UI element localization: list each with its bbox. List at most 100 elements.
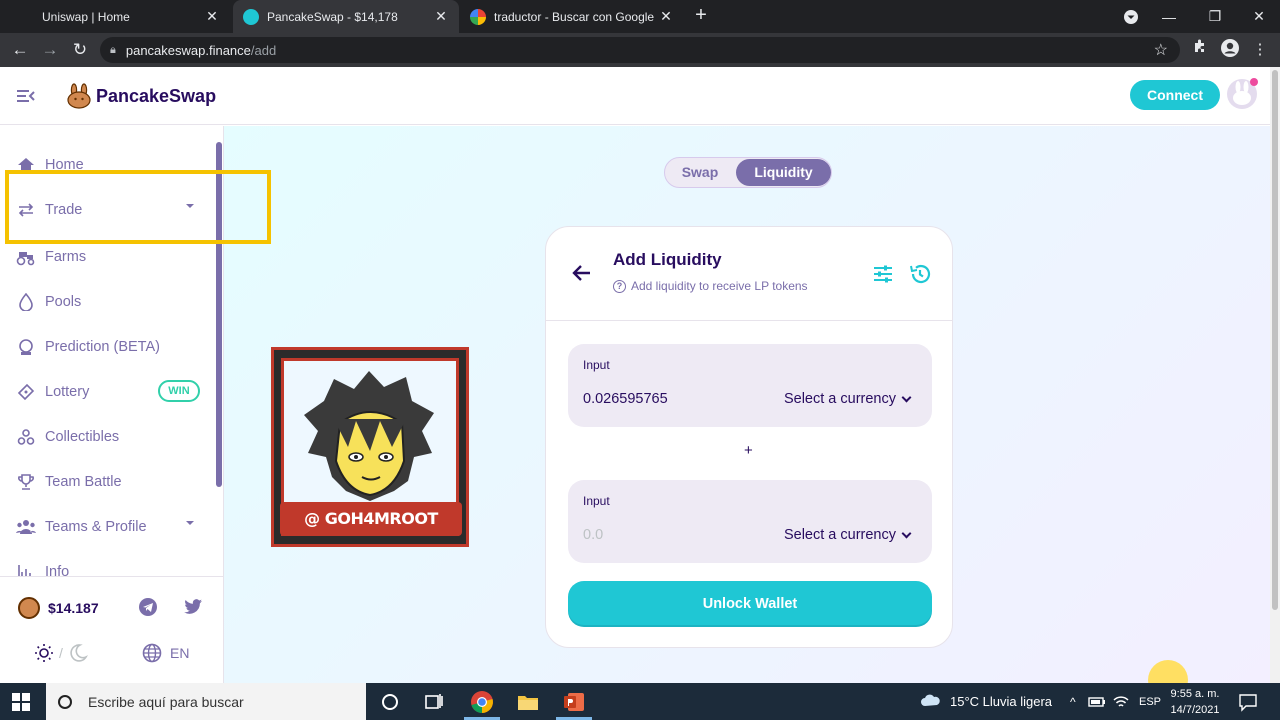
card-subtitle-text: Add liquidity to receive LP tokens (631, 279, 808, 293)
wifi-icon[interactable] (1112, 693, 1130, 711)
plus-icon: + (744, 442, 753, 459)
close-icon[interactable]: ✕ (433, 8, 449, 25)
back-arrow-icon[interactable] (570, 261, 594, 285)
minimize-icon[interactable]: — (1146, 0, 1192, 33)
unlock-wallet-button[interactable]: Unlock Wallet (568, 581, 932, 627)
extensions-puzzle-icon[interactable] (1188, 38, 1212, 62)
chevron-down-icon (901, 528, 912, 538)
card-header: Add Liquidity ? Add liquidity to receive… (546, 227, 952, 321)
close-icon[interactable]: ✕ (658, 8, 674, 25)
sidebar-item-info[interactable]: Info (0, 549, 214, 576)
sidebar-item-label: Pools (45, 293, 82, 310)
windows-taskbar: Escribe aquí para buscar 15°C Lluvia lig… (0, 683, 1280, 720)
prediction-icon (16, 337, 36, 357)
sidebar-item-team-battle[interactable]: Team Battle (0, 459, 214, 504)
page-scrollbar-thumb[interactable] (1272, 70, 1278, 610)
amount-input[interactable]: 0.026595765 (583, 391, 668, 407)
cortana-icon[interactable] (378, 690, 402, 714)
sidebar-item-prediction[interactable]: Prediction (BETA) (0, 324, 214, 369)
cloud-rain-icon (921, 694, 940, 706)
question-icon[interactable]: ? (613, 279, 626, 293)
sidebar-item-lottery[interactable]: Lottery WIN (0, 369, 214, 414)
browser-address-bar: ← → ↻ 🔒︎ pancakeswap.finance /add ☆ ⋮ (0, 33, 1280, 67)
pancakeswap-logo[interactable]: PancakeSwap (66, 83, 216, 109)
tab-swap[interactable]: Swap (667, 159, 733, 186)
lock-icon: 🔒︎ (110, 43, 116, 56)
tray-overflow-icon[interactable]: ^ (1070, 683, 1076, 720)
swap-liquidity-toggle: Swap Liquidity (664, 157, 832, 188)
forward-icon[interactable]: → (38, 38, 62, 62)
farms-icon (16, 247, 36, 267)
back-icon[interactable]: ← (8, 38, 32, 62)
url-input[interactable]: 🔒︎ pancakeswap.finance /add ☆ (100, 37, 1180, 63)
maximize-icon[interactable]: ❐ (1192, 0, 1238, 33)
chrome-icon[interactable] (470, 690, 494, 714)
add-liquidity-card: Add Liquidity ? Add liquidity to receive… (545, 226, 953, 648)
chevron-down-icon (901, 392, 912, 402)
new-tab-plus-icon[interactable]: + (690, 4, 712, 28)
tab-title: Uniswap | Home (42, 9, 130, 24)
cake-price-value: $14.187 (48, 600, 99, 616)
profile-icon[interactable] (1218, 38, 1242, 62)
battery-icon[interactable] (1088, 693, 1106, 711)
tab-title: PancakeSwap - $14,178 (267, 9, 398, 24)
tab-uniswap[interactable]: Uniswap | Home ✕ (30, 0, 230, 33)
taskbar-clock[interactable]: 9:55 a. m. 14/7/2021 (1164, 686, 1226, 718)
cake-price[interactable]: $14.187 (18, 597, 99, 619)
bookmark-star-icon[interactable]: ☆ (1154, 40, 1168, 60)
language-selector[interactable]: EN (142, 643, 189, 663)
clock-time: 9:55 a. m. (1170, 688, 1220, 700)
tab-pancakeswap[interactable]: PancakeSwap - $14,178 ✕ (233, 0, 459, 33)
window-close-icon[interactable]: ✕ (1236, 0, 1280, 33)
sidebar-item-teams-profile[interactable]: Teams & Profile (0, 504, 214, 549)
history-icon[interactable] (908, 262, 932, 286)
win-badge: WIN (158, 380, 200, 402)
card-title: Add Liquidity (613, 250, 722, 269)
select-currency-button[interactable]: Select a currency (783, 391, 912, 407)
select-currency-button[interactable]: Select a currency (784, 527, 912, 543)
menu-collapse-icon[interactable] (16, 86, 36, 106)
brand-name: PancakeSwap (96, 85, 217, 106)
reload-icon[interactable]: ↻ (68, 38, 92, 62)
settings-sliders-icon[interactable] (872, 263, 894, 285)
file-explorer-icon[interactable] (516, 690, 540, 714)
watermark-label: @ GOH4MROOT (280, 502, 462, 536)
highlight-annotation-box (5, 170, 271, 244)
currency-input-b[interactable]: Input 0.0 Select a currency (568, 480, 932, 563)
sidebar-item-collectibles[interactable]: Collectibles (0, 414, 214, 459)
globe-icon (142, 643, 162, 663)
language-code: EN (170, 645, 190, 661)
bunny-logo-icon (67, 83, 91, 109)
site-header: PancakeSwap Connect (0, 67, 1270, 125)
sidebar-footer: $14.187 / EN (0, 576, 223, 683)
sidebar-item-pools[interactable]: Pools (0, 279, 214, 324)
task-view-icon[interactable] (422, 690, 446, 714)
currency-input-a[interactable]: Input 0.026595765 Select a currency (568, 344, 932, 427)
weather-widget[interactable]: 15°C Lluvia ligera (920, 683, 1052, 720)
telegram-icon[interactable] (138, 597, 158, 617)
tab-liquidity[interactable]: Liquidity (736, 159, 831, 186)
page-scrollbar[interactable] (1270, 67, 1280, 683)
notifications-icon[interactable] (1238, 692, 1258, 712)
sidebar-item-label: Lottery (45, 383, 90, 400)
browser-menu-icon[interactable]: ⋮ (1248, 38, 1272, 62)
trophy-icon (16, 472, 36, 492)
google-favicon-icon (470, 8, 486, 25)
taskbar-search-input[interactable]: Escribe aquí para buscar (46, 683, 366, 720)
profile-avatar[interactable] (1227, 78, 1258, 109)
powerpoint-icon[interactable] (562, 690, 586, 714)
windows-start-icon[interactable] (12, 693, 30, 711)
tab-google[interactable]: traductor - Buscar con Google ✕ (460, 0, 684, 33)
connect-button[interactable]: Connect (1130, 80, 1220, 110)
browser-tab-bar: Uniswap | Home ✕ PancakeSwap - $14,178 ✕… (0, 0, 1280, 33)
amount-input[interactable]: 0.0 (583, 527, 603, 543)
chevron-down-icon (186, 521, 194, 525)
select-currency-label: Select a currency (783, 391, 896, 407)
sidebar-item-label: Collectibles (45, 428, 120, 445)
lottery-icon (16, 382, 36, 402)
twitter-icon[interactable] (183, 597, 203, 617)
theme-toggle[interactable]: / (34, 643, 88, 663)
pools-icon (16, 292, 36, 312)
language-indicator[interactable]: ESP (1139, 683, 1161, 720)
close-icon[interactable]: ✕ (204, 8, 220, 25)
